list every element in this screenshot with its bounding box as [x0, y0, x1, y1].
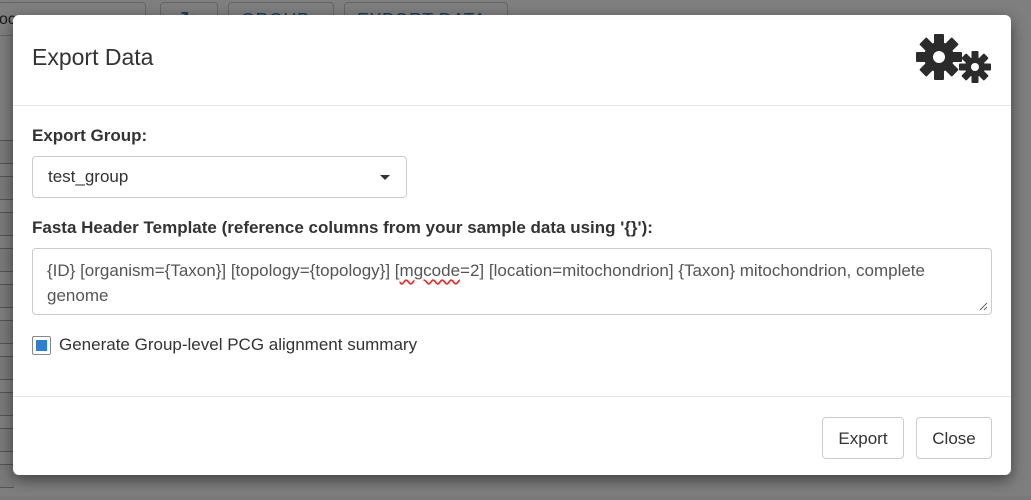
- modal-title: Export Data: [32, 44, 154, 70]
- export-button[interactable]: Export: [822, 417, 904, 459]
- close-button[interactable]: Close: [916, 417, 992, 459]
- modal-body: Export Group: test_group Fasta Header Te…: [13, 106, 1011, 396]
- fasta-template-textarea[interactable]: {ID} [organism={Taxon}] [topology={topol…: [32, 248, 992, 315]
- spellcheck-flagged-word: mgcode: [399, 261, 461, 280]
- modal-footer: Export Close: [13, 396, 1011, 476]
- export-data-modal: Export Data Export Group: test_group Fas…: [13, 15, 1011, 475]
- caret-down-icon: [380, 175, 390, 180]
- gears-icon: [916, 34, 991, 83]
- export-group-label: Export Group:: [32, 126, 148, 145]
- export-group-selected-value: test_group: [48, 167, 129, 186]
- pcg-summary-checkbox[interactable]: [32, 336, 51, 355]
- export-group-select[interactable]: test_group: [32, 156, 407, 198]
- fasta-template-label: Fasta Header Template (reference columns…: [32, 218, 653, 237]
- large-gear-icon: [916, 34, 962, 80]
- template-text-before: {ID} [organism={Taxon}] [topology={topol…: [47, 261, 400, 280]
- small-gear-icon: [959, 51, 991, 83]
- modal-header: Export Data: [13, 15, 1011, 106]
- resize-handle-icon[interactable]: [979, 302, 988, 311]
- pcg-summary-label[interactable]: Generate Group-level PCG alignment summa…: [59, 335, 417, 355]
